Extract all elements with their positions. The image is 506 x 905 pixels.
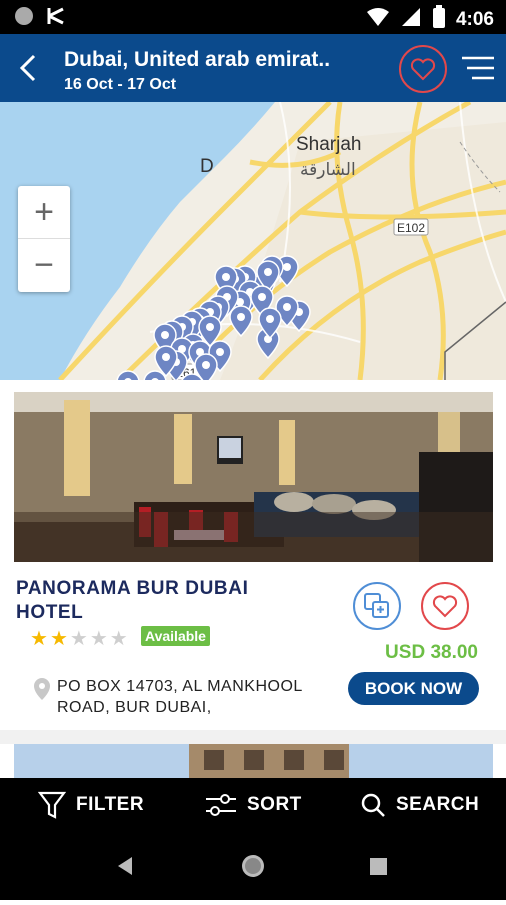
hotel-photo[interactable] [14, 392, 493, 562]
map-canvas[interactable]: Sharjah الشارقة D E102 E61 [0, 102, 506, 380]
clock-time: 4:06 [455, 9, 494, 30]
compare-icon [364, 593, 389, 618]
nav-home-icon[interactable] [242, 855, 264, 877]
bottom-action-bar: FILTER SORT SEARCH [0, 778, 506, 832]
notification-dot-icon [14, 6, 34, 31]
map-label-dubai-initial: D [200, 156, 214, 177]
map-label-sharjah: Sharjah [296, 134, 362, 155]
sort-button[interactable]: SORT [205, 778, 302, 832]
sort-sliders-icon [206, 794, 236, 816]
zoom-in-button[interactable]: + [18, 186, 70, 239]
location-pin-icon [33, 677, 51, 706]
heart-icon [410, 58, 436, 81]
hotel-price: USD 38.00 [385, 642, 478, 663]
filter-button[interactable]: FILTER [38, 778, 144, 832]
sort-label: SORT [247, 794, 302, 815]
star-filled-icon: ★ [30, 628, 48, 650]
search-icon [361, 793, 385, 817]
wifi-icon [366, 6, 390, 34]
signal-icon [400, 6, 422, 34]
battery-icon [432, 5, 446, 35]
nav-back-icon[interactable] [118, 857, 132, 875]
zoom-out-button[interactable]: − [18, 239, 70, 292]
star-rating: ★ ★ ★ ★ ★ [30, 626, 128, 651]
compare-button[interactable] [353, 582, 401, 630]
map-zoom-controls: + − [18, 186, 70, 292]
hotel-address: PO BOX 14703, AL MANKHOOL ROAD, BUR DUBA… [57, 678, 303, 716]
status-bar: 4:06 [0, 0, 506, 34]
star-empty-icon: ★ [69, 628, 88, 650]
star-empty-icon: ★ [89, 628, 108, 650]
card-divider [0, 730, 506, 744]
filter-label: FILTER [76, 794, 145, 815]
wishlist-button[interactable] [421, 582, 469, 630]
app-header: Dubai, United arab emirat.. 16 Oct - 17 … [0, 34, 506, 102]
search-label: SEARCH [396, 794, 480, 815]
destination-title: Dubai, United arab emirat.. [64, 48, 331, 71]
back-arrow-icon[interactable] [14, 52, 44, 84]
hotel-name[interactable]: PANORAMA BUR DUBAI HOTEL [16, 577, 316, 625]
road-shield-e102: E102 [397, 221, 425, 235]
availability-badge: Available [141, 626, 210, 646]
next-hotel-card[interactable] [14, 744, 493, 778]
search-button[interactable]: SEARCH [360, 778, 479, 832]
book-now-button[interactable]: BOOK NOW [348, 672, 479, 705]
star-filled-icon: ★ [49, 628, 68, 650]
map-label-sharjah-arabic: الشارقة [300, 160, 356, 180]
nav-recents-icon[interactable] [370, 858, 387, 875]
filter-icon [38, 791, 66, 819]
date-range: 16 Oct - 17 Oct [64, 76, 177, 93]
hotel-map[interactable]: Sharjah الشارقة D E102 E61 [0, 102, 506, 380]
system-nav-bar [0, 832, 506, 900]
heart-icon [432, 595, 458, 618]
app-notification-icon [46, 6, 66, 31]
sort-menu-icon[interactable] [461, 55, 495, 81]
favorites-button[interactable] [399, 45, 447, 93]
star-empty-icon: ★ [109, 628, 128, 650]
